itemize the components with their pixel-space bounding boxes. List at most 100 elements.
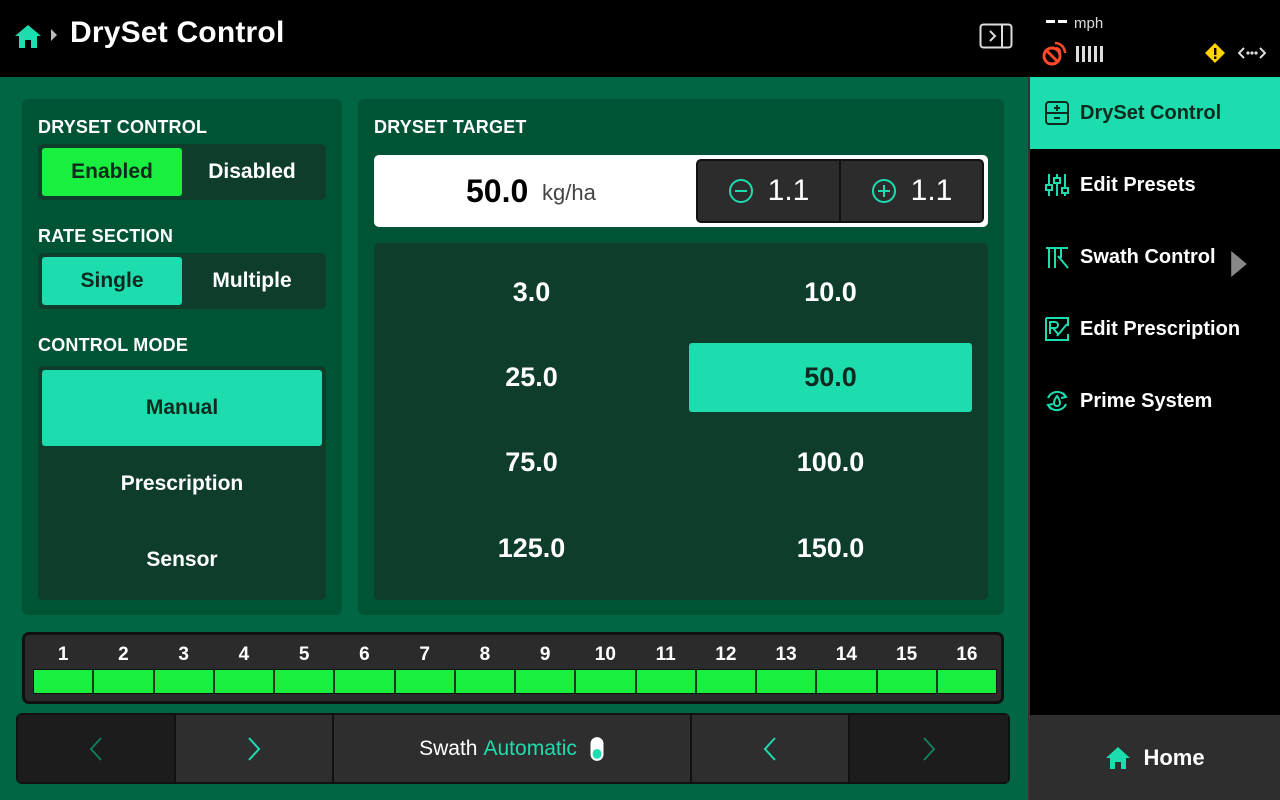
section-number: 7 <box>419 644 430 665</box>
prescription-icon <box>1045 317 1069 341</box>
preset-button[interactable]: 25.0 <box>390 343 673 412</box>
section-status-strip: 1 2 3 4 5 6 7 8 9 10 11 12 13 14 15 16 <box>22 632 1004 704</box>
section-indicator <box>757 670 818 693</box>
section-number: 3 <box>178 644 189 665</box>
section-number: 16 <box>956 644 978 665</box>
multiple-option[interactable]: Multiple <box>182 257 322 305</box>
increment-step: 1.1 <box>910 174 953 207</box>
section-indicators <box>33 669 997 694</box>
section-indicator <box>455 670 516 693</box>
main-panel: DRYSET CONTROL Enabled Disabled RATE SEC… <box>0 77 1028 800</box>
section-indicator <box>275 670 336 693</box>
section-indicator <box>335 670 396 693</box>
section-indicator <box>576 670 637 693</box>
preset-button[interactable]: 125.0 <box>390 514 673 583</box>
section-number: 8 <box>479 644 491 665</box>
decrement-step: 1.1 <box>767 174 810 207</box>
sidebar-item-label: DrySet Control <box>1080 101 1222 124</box>
rate-section-toggle: Single Multiple <box>38 253 326 309</box>
mode-prescription[interactable]: Prescription <box>42 446 322 522</box>
sidebar-item-swath-control[interactable]: Swath Control <box>1030 221 1280 293</box>
preset-button[interactable]: 3.0 <box>390 258 673 327</box>
section-number: 10 <box>594 644 616 665</box>
section-indicator <box>516 670 577 693</box>
section-indicator <box>636 670 697 693</box>
left-boom-prev-button[interactable] <box>18 715 176 782</box>
dryset-control-toggle: Enabled Disabled <box>38 144 326 200</box>
home-icon <box>1106 746 1131 769</box>
target-value: 50.0 <box>466 173 529 209</box>
section-number: 12 <box>715 644 737 665</box>
sidebar-item-edit-prescription[interactable]: Edit Prescription <box>1030 293 1280 365</box>
home-label: Home <box>1143 744 1205 770</box>
control-mode-label: CONTROL MODE <box>38 335 189 355</box>
single-option[interactable]: Single <box>42 257 182 305</box>
section-indicator <box>154 670 215 693</box>
section-number: 6 <box>359 644 370 665</box>
section-indicator <box>94 670 155 693</box>
sidebar-item-edit-presets[interactable]: Edit Presets <box>1030 149 1280 221</box>
section-indicator <box>937 670 996 693</box>
prime-icon <box>1046 390 1068 412</box>
target-unit: kg/ha <box>542 180 596 205</box>
section-numbers: 1 2 3 4 5 6 7 8 9 10 11 12 13 14 15 16 <box>33 641 997 669</box>
speed-unit: mph <box>1074 15 1104 32</box>
gps-alert-icon[interactable] <box>1042 40 1068 66</box>
bottom-toolbar: Swath Automatic <box>16 713 1010 784</box>
control-mode-list: Manual Prescription Sensor <box>38 366 326 600</box>
section-number: 4 <box>238 644 250 665</box>
preset-button[interactable]: 100.0 <box>689 428 972 497</box>
status-area: mph <box>1028 0 1280 77</box>
decrement-button[interactable]: 1.1 <box>698 161 839 221</box>
mode-manual[interactable]: Manual <box>42 370 322 446</box>
preset-button[interactable]: 75.0 <box>390 428 673 497</box>
settings-card: DRYSET CONTROL Enabled Disabled RATE SEC… <box>22 99 342 615</box>
swath-label: Swath <box>419 736 478 760</box>
dryset-control-label: DRYSET CONTROL <box>38 117 208 137</box>
section-number: 1 <box>57 644 69 665</box>
section-number: 9 <box>539 644 551 665</box>
chevron-left-icon <box>89 736 102 761</box>
connection-icon[interactable] <box>1238 45 1266 61</box>
sidebar-item-label: Swath Control <box>1080 245 1216 268</box>
chevron-left-icon <box>763 736 776 761</box>
section-number: 15 <box>896 644 918 665</box>
sidebar-item-dryset-control[interactable]: DrySet Control <box>1030 77 1280 149</box>
section-number: 13 <box>775 644 797 665</box>
sidebar-item-label: Edit Presets <box>1080 173 1196 196</box>
top-bar: DrySet Control <box>0 0 1028 77</box>
plus-circle-icon <box>871 179 896 203</box>
section-indicator <box>817 670 878 693</box>
dryset-target-card: DRYSET TARGET 50.0 kg/ha 1.1 1.1 3.0 10.… <box>358 99 1004 615</box>
left-boom-next-button[interactable] <box>176 715 334 782</box>
warning-icon[interactable] <box>1204 42 1226 64</box>
right-boom-prev-button[interactable] <box>692 715 850 782</box>
home-icon[interactable] <box>14 23 42 49</box>
disabled-option[interactable]: Disabled <box>182 148 322 196</box>
sidebar-item-prime-system[interactable]: Prime System <box>1030 365 1280 437</box>
breadcrumb-chevron-icon <box>51 29 57 41</box>
section-indicator <box>395 670 456 693</box>
section-indicator <box>214 670 275 693</box>
chevron-right-icon <box>923 736 936 761</box>
swath-mode-button[interactable]: Swath Automatic <box>334 715 692 782</box>
home-button[interactable]: Home <box>1030 715 1280 800</box>
right-boom-next-button[interactable] <box>850 715 1008 782</box>
sidebar-item-label: Edit Prescription <box>1080 317 1241 340</box>
preset-button-selected[interactable]: 50.0 <box>689 343 972 412</box>
sidebar: DrySet Control Edit Presets Swath Contro… <box>1028 77 1280 800</box>
chevron-right-icon <box>1231 251 1247 277</box>
preset-button[interactable]: 150.0 <box>689 514 972 583</box>
dryset-icon <box>1045 101 1069 125</box>
page-title: DrySet Control <box>70 16 285 49</box>
section-number: 11 <box>655 644 676 665</box>
preset-button[interactable]: 10.0 <box>689 258 972 327</box>
increment-button[interactable]: 1.1 <box>839 161 982 221</box>
target-stepper: 1.1 1.1 <box>696 159 984 223</box>
enabled-option[interactable]: Enabled <box>42 148 182 196</box>
section-number: 2 <box>118 644 129 665</box>
sidebar-toggle-icon[interactable] <box>979 23 1013 49</box>
preset-grid: 3.0 10.0 25.0 50.0 75.0 100.0 125.0 150.… <box>374 243 988 600</box>
mode-sensor[interactable]: Sensor <box>42 522 322 598</box>
swath-icon <box>1046 247 1069 269</box>
